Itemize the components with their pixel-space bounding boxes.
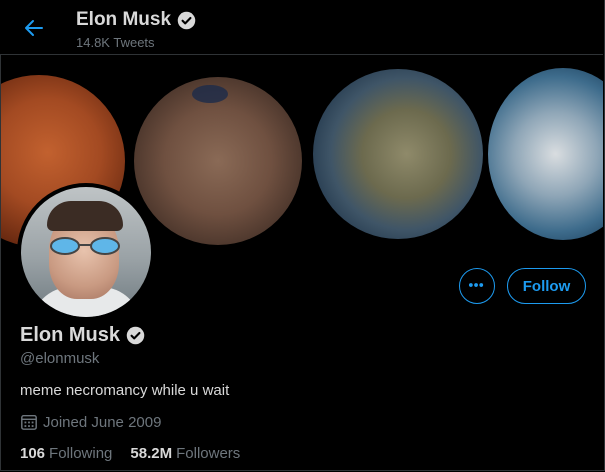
calendar-icon bbox=[21, 414, 37, 430]
more-options-button[interactable] bbox=[459, 268, 495, 304]
profile-display-name: Elon Musk bbox=[20, 324, 146, 347]
follow-button[interactable]: Follow bbox=[507, 268, 586, 304]
avatar-image bbox=[21, 187, 151, 317]
profile-bio: meme necromancy while u wait bbox=[20, 382, 230, 399]
profile-header-bar: Elon Musk 14.8K Tweets bbox=[0, 0, 603, 55]
verified-badge-icon bbox=[176, 10, 197, 31]
header-name: Elon Musk bbox=[76, 9, 172, 30]
joined-date: Joined June 2009 bbox=[20, 413, 161, 431]
ellipsis-icon bbox=[468, 283, 484, 287]
display-name-text: Elon Musk bbox=[20, 324, 121, 346]
follow-stats: 106 Following 58.2M Followers bbox=[20, 445, 240, 462]
banner-planet-terraform-2 bbox=[313, 69, 483, 239]
avatar-glasses bbox=[50, 237, 120, 255]
profile-handle: @elonmusk bbox=[20, 350, 100, 367]
following-count: 106 bbox=[20, 445, 46, 462]
back-arrow-icon[interactable] bbox=[22, 16, 46, 40]
followers-count: 58.2M bbox=[130, 445, 173, 462]
followers-label: Followers bbox=[176, 445, 241, 462]
following-link[interactable]: 106 Following bbox=[20, 445, 112, 462]
banner-planet-terraform-1 bbox=[134, 77, 302, 245]
verified-badge-icon bbox=[125, 325, 146, 346]
header-title: Elon Musk bbox=[76, 9, 197, 31]
following-label: Following bbox=[49, 445, 113, 462]
avatar[interactable] bbox=[17, 183, 155, 321]
avatar-hair bbox=[47, 201, 123, 231]
tweet-count: 14.8K Tweets bbox=[76, 35, 155, 50]
banner-planet-terraform-3 bbox=[488, 68, 603, 240]
followers-link[interactable]: 58.2M Followers bbox=[130, 445, 240, 462]
joined-text: Joined June 2009 bbox=[43, 413, 162, 431]
